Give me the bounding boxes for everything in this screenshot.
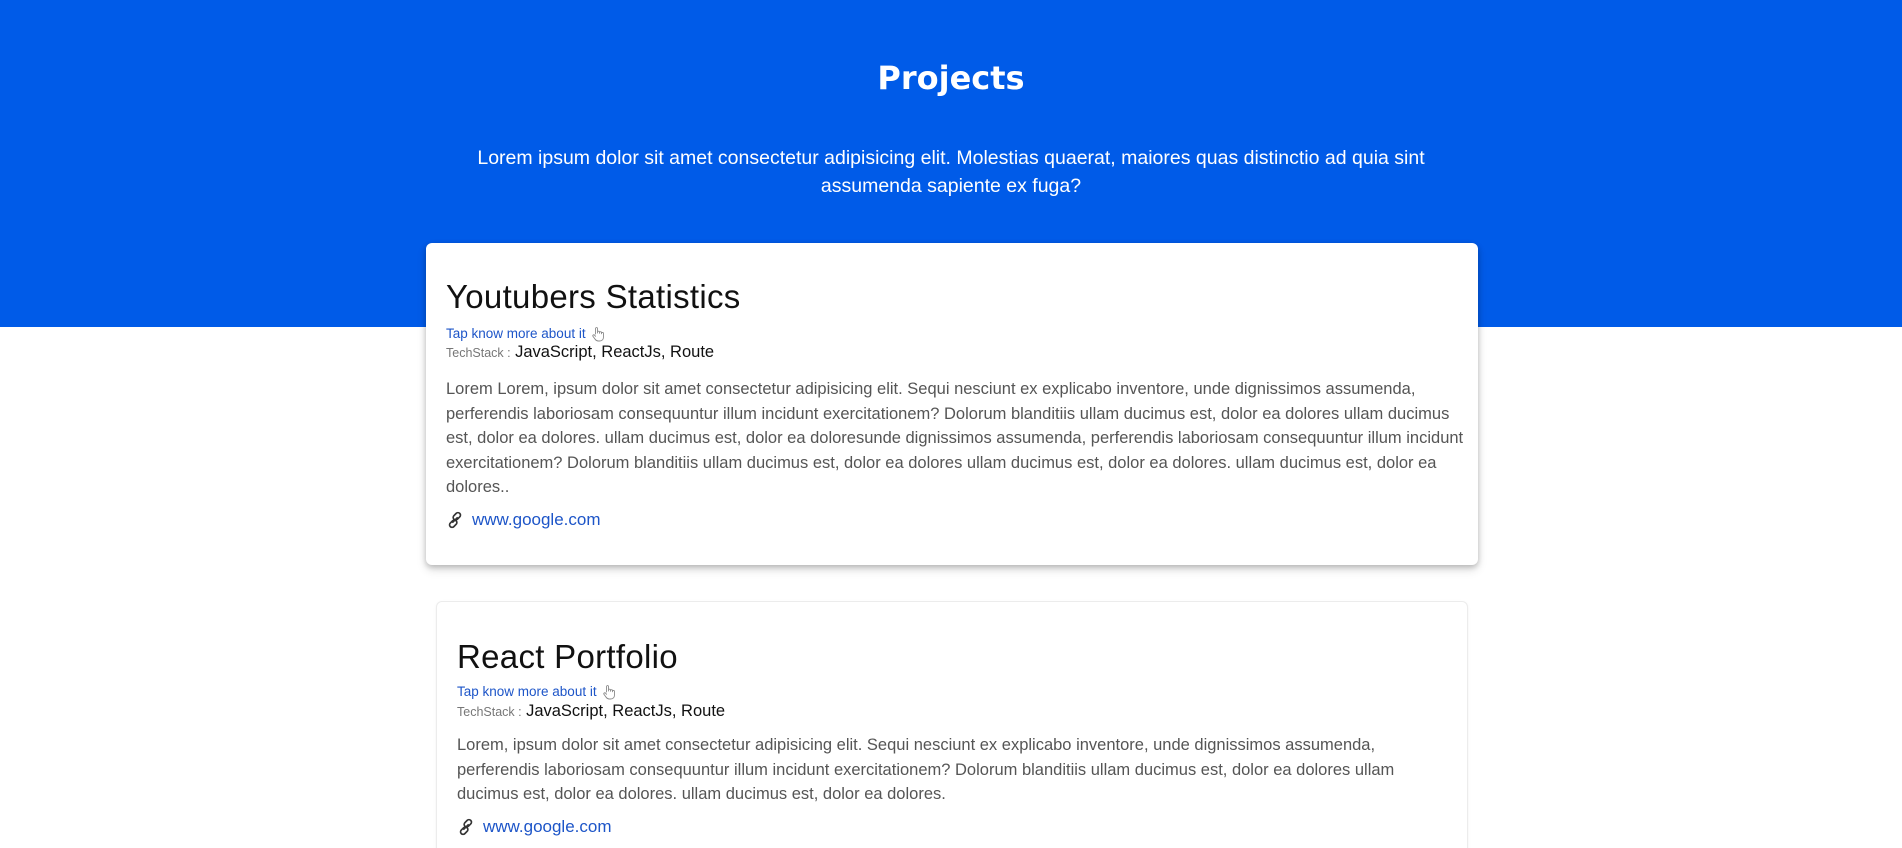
project-link[interactable]: www.google.com: [483, 816, 612, 838]
techstack-value: JavaScript, ReactJs, Route: [526, 702, 726, 720]
project-link-row[interactable]: www.google.com: [446, 509, 1468, 531]
project-description: Lorem Lorem, ipsum dolor sit amet consec…: [446, 380, 1464, 496]
pointing-hand-icon: [590, 326, 606, 342]
project-title: Youtubers Statistics: [446, 278, 741, 315]
project-description: Lorem, ipsum dolor sit amet consectetur …: [457, 736, 1395, 803]
page-title: Projects: [877, 59, 1025, 97]
link-icon: [446, 511, 464, 529]
project-link-row[interactable]: www.google.com: [457, 816, 1457, 838]
techstack-label: TechStack :: [446, 346, 511, 360]
project-title: React Portfolio: [457, 638, 678, 675]
link-icon: [457, 818, 475, 836]
page-description: Lorem ipsum dolor sit amet consectetur a…: [477, 147, 1425, 197]
tap-know-more-label[interactable]: Tap know more about it: [457, 683, 597, 701]
pointing-hand-icon: [601, 684, 617, 700]
projects-page: Projects Lorem ipsum dolor sit amet cons…: [0, 0, 1902, 848]
techstack-value: JavaScript, ReactJs, Route: [515, 343, 715, 361]
project-card[interactable]: React Portfolio Tap know more about it T…: [436, 601, 1468, 848]
techstack-label: TechStack :: [457, 705, 522, 719]
project-card[interactable]: Youtubers Statistics Tap know more about…: [426, 243, 1478, 565]
tap-know-more[interactable]: Tap know more about it: [457, 683, 1457, 701]
tap-know-more[interactable]: Tap know more about it: [446, 325, 1468, 343]
techstack: TechStack : JavaScript, ReactJs, Route: [446, 342, 1468, 363]
techstack: TechStack : JavaScript, ReactJs, Route: [457, 701, 1457, 722]
project-link[interactable]: www.google.com: [472, 509, 601, 531]
tap-know-more-label[interactable]: Tap know more about it: [446, 325, 586, 343]
